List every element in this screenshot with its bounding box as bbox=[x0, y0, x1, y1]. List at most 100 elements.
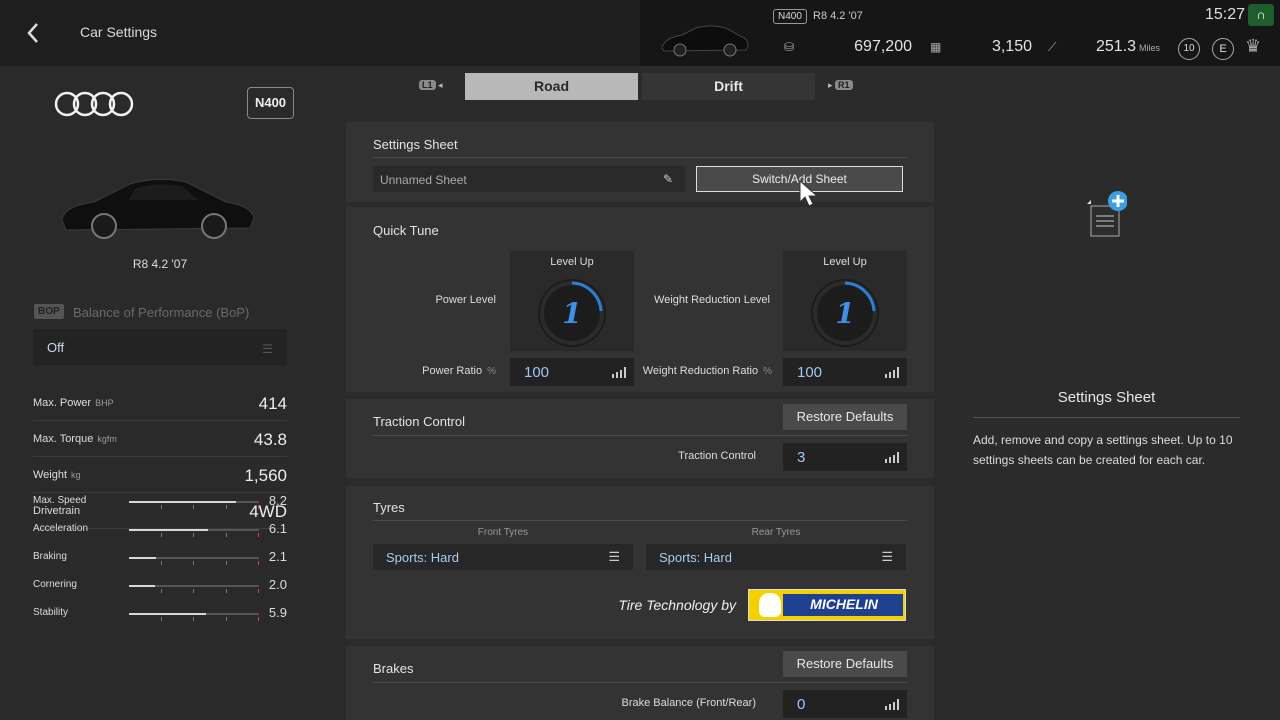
tab-drift[interactable]: Drift bbox=[642, 73, 815, 100]
meter-value: 2.1 bbox=[268, 549, 287, 564]
meter-tick bbox=[160, 533, 162, 537]
emblem-icon: ♛ bbox=[1245, 36, 1262, 56]
bop-tag: BOP bbox=[34, 304, 64, 319]
meter-label: Cornering bbox=[33, 579, 77, 590]
bop-value: Off bbox=[47, 340, 65, 355]
brakes-section: Brakes Restore Defaults Brake Balance (F… bbox=[346, 646, 934, 720]
power-ratio-field[interactable]: 100 bbox=[510, 358, 634, 386]
tyres-section: Tyres Front Tyres Rear Tyres Sports: Har… bbox=[346, 486, 934, 639]
dial-graphic: 1 bbox=[811, 279, 879, 347]
car-name: R8 4.2 '07 bbox=[813, 10, 863, 22]
sheet-name-field[interactable]: Unnamed Sheet ✎ bbox=[373, 166, 685, 192]
meter-value: 2.0 bbox=[268, 577, 287, 592]
info-body: Add, remove and copy a settings sheet. U… bbox=[973, 433, 1233, 467]
tab-road[interactable]: Road bbox=[465, 73, 638, 100]
restore-defaults-button[interactable]: Restore Defaults bbox=[783, 651, 907, 677]
spec-value: 43.8 bbox=[253, 430, 287, 449]
credits-icon: ⛁ bbox=[784, 40, 795, 54]
meter-track bbox=[129, 613, 259, 621]
power-level-dial[interactable]: Level Up 1 bbox=[510, 251, 634, 351]
rear-tyres-select[interactable]: Sports: Hard ☰ bbox=[646, 544, 906, 570]
distance-display: 251.3 Miles bbox=[1076, 38, 1160, 56]
meter-label: Max. Speed bbox=[33, 495, 87, 506]
spec-max-torque: Max. Torque kgfm 43.8 bbox=[33, 421, 287, 457]
top-bar: Car Settings N400 R8 4.2 '07 ⛁ 697,200 ▦… bbox=[0, 0, 1280, 66]
mileage-icon: ▦ bbox=[930, 40, 942, 54]
meter-tick bbox=[193, 617, 194, 621]
mileage-points-value: 3,150 bbox=[991, 38, 1032, 55]
info-panel: Settings Sheet Add, remove and copy a se… bbox=[945, 66, 1280, 720]
meter-tick bbox=[160, 617, 162, 621]
back-arrow-icon[interactable] bbox=[22, 20, 46, 46]
audi-logo bbox=[54, 91, 134, 117]
spec-label: Max. Torque kgfm bbox=[33, 433, 117, 445]
section-title: Quick Tune bbox=[373, 223, 439, 238]
meter-fill bbox=[129, 529, 209, 531]
spec-max-power: Max. Power BHP 414 bbox=[33, 385, 287, 421]
spec-value: 1,560 bbox=[244, 466, 287, 485]
document-icon[interactable] bbox=[1085, 190, 1127, 240]
brake-balance-field[interactable]: 0 bbox=[783, 690, 907, 718]
menu-icon: ☰ bbox=[881, 549, 893, 564]
meter-track bbox=[129, 501, 259, 509]
weight-level-dial[interactable]: Level Up 1 bbox=[783, 251, 907, 351]
stat-meter: Max. Speed 8.2 bbox=[33, 487, 287, 515]
car-image bbox=[61, 178, 255, 239]
power-ratio-label: Power Ratio% bbox=[422, 365, 496, 377]
rear-tyres-value: Sports: Hard bbox=[659, 550, 732, 565]
weight-level-value: 1 bbox=[835, 297, 854, 330]
meter-value: 5.9 bbox=[268, 605, 287, 620]
meter-tick bbox=[225, 561, 227, 565]
meter-label: Stability bbox=[33, 607, 69, 618]
meter-tick bbox=[225, 505, 227, 509]
l1-hint: L1 ◂ bbox=[419, 80, 443, 91]
weight-ratio-field[interactable]: 100 bbox=[783, 358, 907, 386]
car-thumbnail bbox=[661, 25, 749, 57]
power-ratio-value: 100 bbox=[524, 364, 550, 381]
meter-label: Braking bbox=[33, 551, 67, 562]
meter-tick bbox=[258, 617, 259, 621]
spec-label: Max. Power BHP bbox=[33, 397, 114, 409]
meter-tick bbox=[160, 561, 162, 565]
meter-track bbox=[129, 529, 259, 537]
traction-control-field[interactable]: 3 bbox=[783, 443, 907, 471]
pointer-cursor-icon bbox=[799, 180, 819, 207]
level-up-label: Level Up bbox=[823, 256, 867, 268]
power-level-label: Power Level bbox=[435, 294, 496, 306]
meter-tick bbox=[193, 561, 194, 565]
distance-icon: ⟋ bbox=[1048, 40, 1057, 54]
front-tyres-value: Sports: Hard bbox=[386, 550, 459, 565]
meter-value: 6.1 bbox=[268, 521, 287, 536]
meter-tick bbox=[193, 533, 194, 537]
meter-value: 8.2 bbox=[268, 493, 287, 508]
level-up-label: Level Up bbox=[550, 256, 594, 268]
spec-value: 414 bbox=[258, 394, 287, 413]
stat-meter: Cornering 2.0 bbox=[33, 571, 287, 599]
section-title: Tyres bbox=[373, 500, 405, 515]
michelin-logo: MICHELIN bbox=[748, 589, 906, 621]
power-level-value: 1 bbox=[562, 297, 581, 330]
bars-icon bbox=[612, 367, 626, 378]
restore-defaults-button[interactable]: Restore Defaults bbox=[783, 404, 907, 430]
pp-badge: N400 bbox=[247, 87, 294, 119]
michelin-man-icon bbox=[759, 593, 781, 617]
distance-unit: Miles bbox=[1138, 43, 1160, 53]
quick-tune-section: Quick Tune Power Level Level Up 1 Weight… bbox=[346, 207, 934, 392]
network-icon: ∩ bbox=[1248, 4, 1274, 26]
spec-label: Weight kg bbox=[33, 469, 81, 481]
traction-control-section: Traction Control Restore Defaults Tracti… bbox=[346, 399, 934, 478]
meter-tick bbox=[225, 589, 227, 593]
pencil-icon[interactable]: ✎ bbox=[663, 172, 673, 186]
brake-balance-value: 0 bbox=[797, 696, 806, 713]
traction-control-value: 3 bbox=[797, 449, 806, 466]
bop-select[interactable]: Off ☰ bbox=[33, 329, 287, 365]
meter-tick bbox=[193, 589, 194, 593]
front-tyres-select[interactable]: Sports: Hard ☰ bbox=[373, 544, 633, 570]
rear-tyres-label: Rear Tyres bbox=[751, 527, 801, 538]
meter-tick bbox=[258, 561, 259, 565]
front-tyres-label: Front Tyres bbox=[477, 527, 529, 538]
stat-meter: Acceleration 6.1 bbox=[33, 515, 287, 543]
weight-ratio-label: Weight Reduction Ratio% bbox=[642, 365, 772, 377]
bars-icon bbox=[885, 367, 899, 378]
license-badge: E bbox=[1212, 38, 1234, 60]
